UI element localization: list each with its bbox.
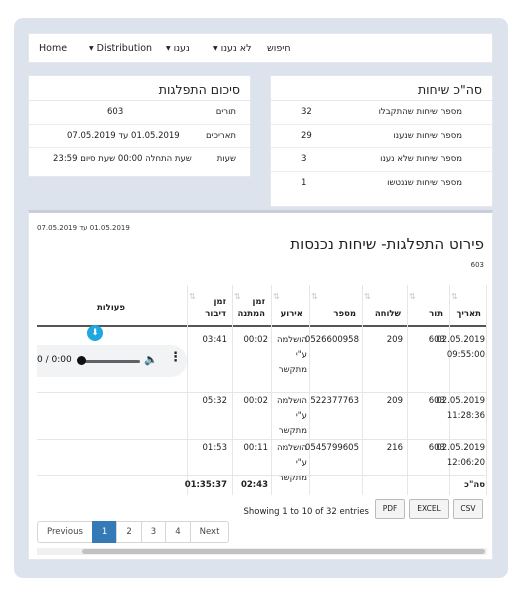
- col-event[interactable]: ⇅ אירוע: [271, 285, 309, 325]
- sort-icon: ⇅: [311, 292, 318, 301]
- col-wait-time[interactable]: ⇅ זמן המתנה: [232, 285, 271, 325]
- summary-row: תאריכים 01.05.2019 עד 07.05.2019: [29, 125, 250, 148]
- entries-info: Showing 1 to 10 of 32 entries: [243, 507, 369, 517]
- distribution-summary-panel: סיכום התפלגות תורים 603 תאריכים 01.05.2019…: [28, 75, 251, 177]
- pagination-page[interactable]: 3: [140, 521, 167, 543]
- nav-not-answered[interactable]: ▼ לא נענו: [213, 43, 252, 54]
- audio-player[interactable]: 0 / 0:00 🔈 ⋮: [37, 345, 187, 377]
- sort-icon: ⇅: [364, 292, 371, 301]
- col-actions: פעולות: [96, 303, 125, 313]
- pagination-page[interactable]: 2: [116, 521, 142, 543]
- caret-down-icon: ▼: [213, 45, 218, 52]
- horizontal-scrollbar[interactable]: [37, 548, 487, 555]
- detail-panel: 01.05.2019 עד 07.05.2019 פירוט התפלגות- …: [28, 210, 493, 560]
- summary-row: מספר שיחות שננטשו 1: [301, 177, 462, 188]
- pagination-page[interactable]: 1: [91, 521, 118, 543]
- export-excel-button[interactable]: EXCEL: [409, 499, 449, 519]
- export-csv-button[interactable]: CSV: [453, 499, 483, 519]
- col-extension[interactable]: ⇅ שלוחה: [362, 285, 407, 325]
- pagination-next[interactable]: Next: [189, 521, 230, 543]
- scrollbar-thumb[interactable]: [82, 549, 485, 554]
- pagination-page[interactable]: 4: [165, 521, 191, 543]
- sort-icon: ⇅: [451, 292, 458, 301]
- sort-icon: ⇅: [189, 292, 196, 301]
- calls-summary-title: סה"כ שיחות: [271, 76, 492, 101]
- summary-row: תורים 603: [29, 101, 250, 125]
- top-navbar: Home ▼ Distribution ▼ נענו ▼ לא נענו חיפוש: [28, 33, 493, 63]
- summary-row: מספר שיחות שהתקבלו 32: [271, 101, 492, 125]
- detail-queue: 603: [470, 261, 484, 269]
- pagination-previous[interactable]: Previous: [37, 521, 93, 543]
- nav-home[interactable]: Home: [39, 43, 67, 54]
- more-options-icon[interactable]: ⋮: [169, 351, 182, 365]
- export-pdf-button[interactable]: PDF: [375, 499, 405, 519]
- col-date[interactable]: ⇅ תאריך: [449, 285, 487, 325]
- distribution-summary-title: סיכום התפלגות: [29, 76, 250, 101]
- detail-period: 01.05.2019 עד 07.05.2019: [37, 224, 130, 232]
- player-knob[interactable]: [77, 356, 86, 365]
- volume-icon[interactable]: 🔈: [144, 353, 158, 366]
- player-progress[interactable]: [80, 360, 140, 363]
- col-number[interactable]: ⇅ מספר: [309, 285, 362, 325]
- summary-row: שעות שעת התחלה 00:00 שעת סיום 23:59: [53, 154, 236, 164]
- summary-row: מספר שיחות שנענו 29: [271, 125, 492, 148]
- player-time: 0 / 0:00: [37, 355, 72, 365]
- caret-down-icon: ▼: [89, 45, 94, 52]
- col-talk-time[interactable]: ⇅ זמן דיבור: [187, 285, 232, 325]
- calls-summary-panel: סה"כ שיחות מספר שיחות שהתקבלו 32 מספר שיח…: [270, 75, 493, 207]
- detail-title: פירוט התפלגות- שיחות נכנסות: [290, 235, 484, 253]
- calls-table: ⇅ תאריך ⇅ תור ⇅ שלוחה ⇅ מספר ⇅ אירוע ⇅ זמן המת…: [37, 285, 487, 495]
- nav-search[interactable]: חיפוש: [267, 43, 291, 54]
- summary-row: מספר שיחות שלא נענו 3: [271, 148, 492, 172]
- caret-down-icon: ▼: [166, 45, 171, 52]
- sort-icon: ⇅: [273, 292, 280, 301]
- nav-answered[interactable]: ▼ נענו: [166, 43, 190, 54]
- sort-icon: ⇅: [409, 292, 416, 301]
- nav-distribution[interactable]: ▼ Distribution: [89, 43, 152, 54]
- pagination: Previous 1 2 3 4 Next: [37, 521, 230, 543]
- col-queue[interactable]: ⇅ תור: [407, 285, 449, 325]
- download-icon[interactable]: ⬇: [87, 325, 103, 341]
